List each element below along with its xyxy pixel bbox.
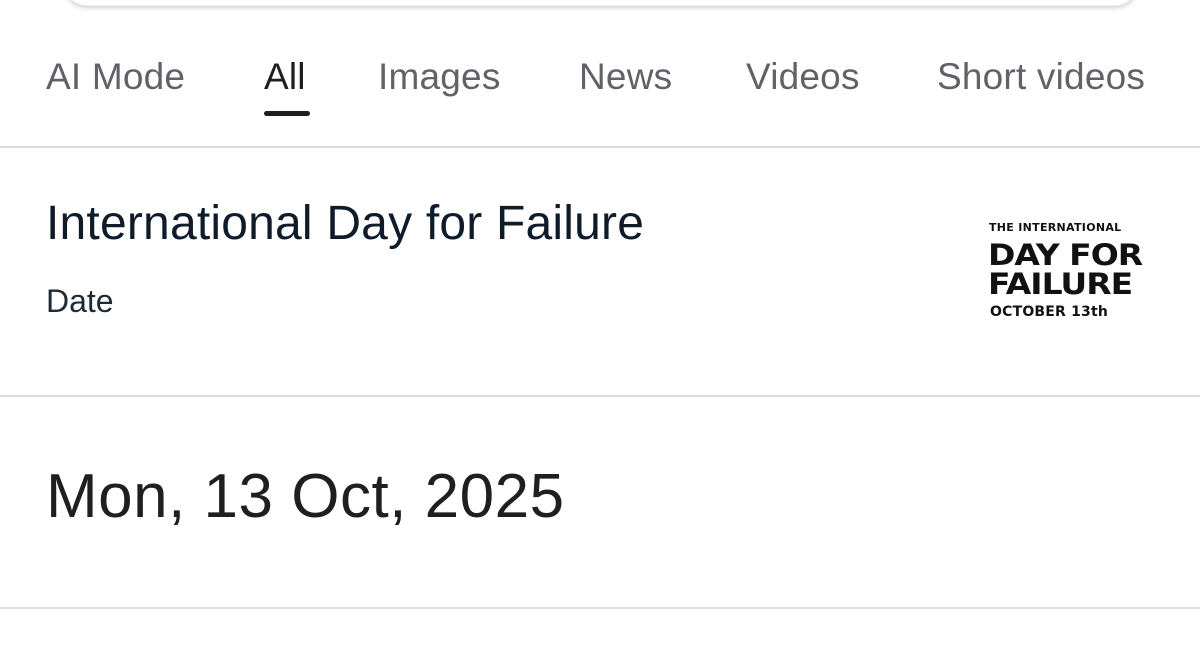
tab-news[interactable]: News [579, 56, 672, 98]
tab-ai-mode[interactable]: AI Mode [46, 56, 185, 98]
tab-images[interactable]: Images [378, 56, 501, 98]
tab-all[interactable]: All [264, 56, 306, 98]
search-tabs: AI Mode All Images News Videos Short vid… [0, 38, 1200, 146]
result-subtitle: Date [46, 283, 114, 319]
divider [0, 395, 1200, 397]
event-logo-image[interactable]: THE INTERNATIONAL DAY FOR FAILURE OCTOBE… [982, 218, 1150, 328]
logo-text-line: OCTOBER 13th [990, 304, 1109, 320]
logo-text-line: FAILURE [988, 266, 1133, 302]
active-tab-indicator [264, 111, 310, 116]
result-title[interactable]: International Day for Failure [46, 196, 644, 251]
logo-text-line: DAY FOR [988, 237, 1143, 273]
divider [0, 607, 1200, 609]
divider [0, 146, 1200, 148]
tab-videos[interactable]: Videos [746, 56, 860, 98]
result-date: Mon, 13 Oct, 2025 [46, 462, 565, 531]
logo-text-line: THE INTERNATIONAL [989, 221, 1122, 234]
search-bar[interactable] [64, 0, 1138, 6]
tab-short-videos[interactable]: Short videos [937, 56, 1145, 98]
